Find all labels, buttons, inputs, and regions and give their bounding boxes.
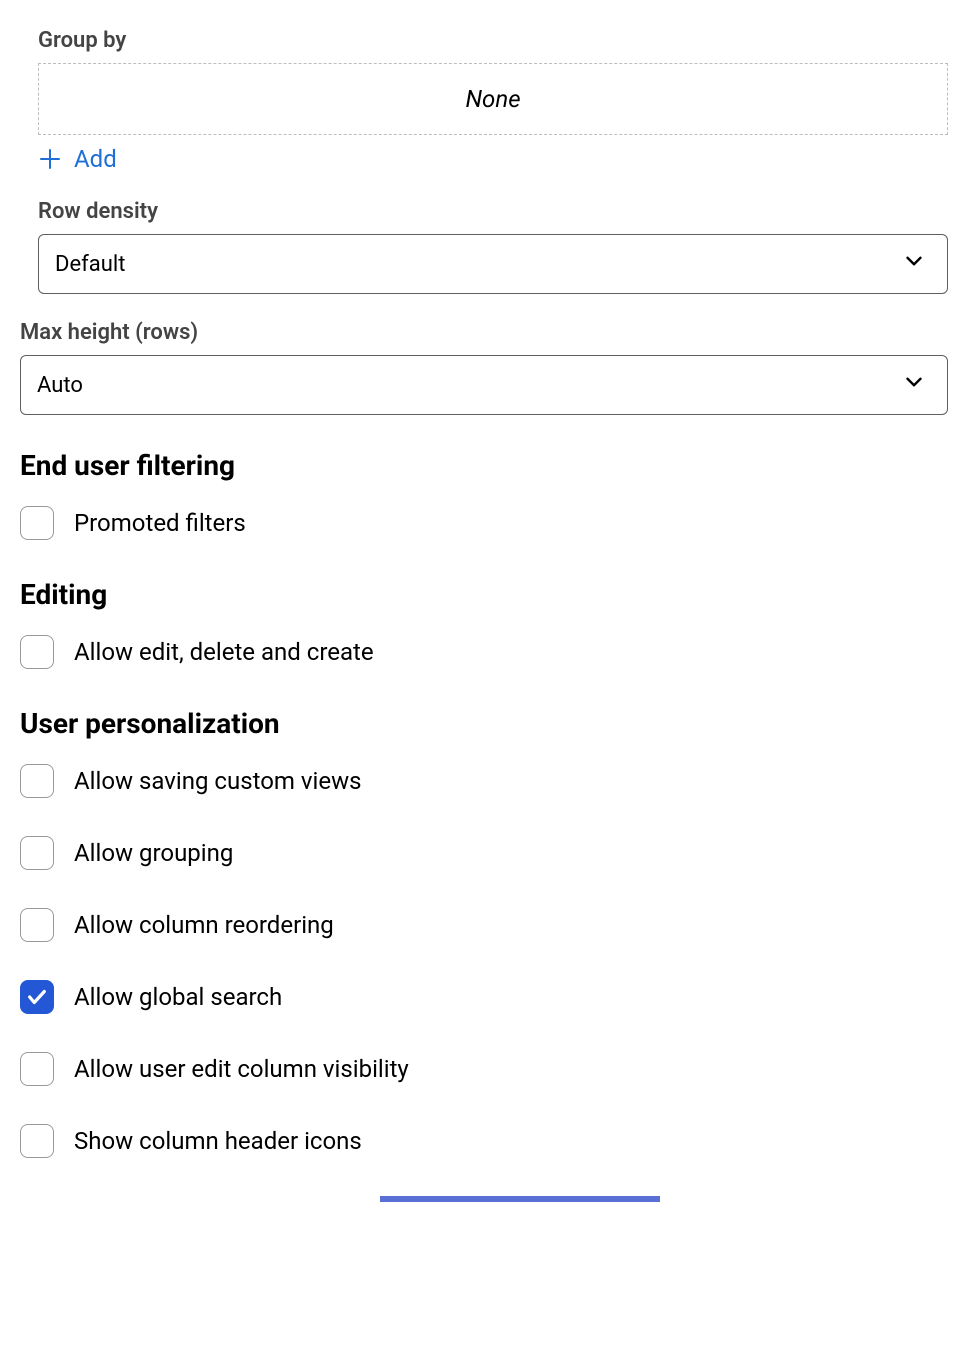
group-by-dropzone[interactable]: None: [38, 63, 948, 135]
personalization-label: Allow global search: [74, 983, 282, 1011]
personalization-checkbox[interactable]: [20, 908, 54, 942]
row-density-value: Default: [55, 252, 125, 277]
editing-heading: Editing: [20, 578, 948, 611]
user-personalization-list: Allow saving custom views Allow grouping A…: [20, 764, 948, 1158]
personalization-row[interactable]: Allow global search: [20, 980, 948, 1014]
personalization-checkbox[interactable]: [20, 1124, 54, 1158]
personalization-row[interactable]: Allow column reordering: [20, 908, 948, 942]
personalization-row[interactable]: Allow saving custom views: [20, 764, 948, 798]
personalization-checkbox[interactable]: [20, 980, 54, 1014]
allow-edit-row[interactable]: Allow edit, delete and create: [20, 635, 948, 669]
allow-edit-checkbox[interactable]: [20, 635, 54, 669]
add-group-button[interactable]: Add: [38, 145, 117, 173]
bottom-progress-bar: [20, 1196, 948, 1202]
row-density-label: Row density: [38, 199, 948, 224]
personalization-checkbox[interactable]: [20, 836, 54, 870]
max-height-label: Max height (rows): [20, 320, 948, 345]
personalization-row[interactable]: Show column header icons: [20, 1124, 948, 1158]
add-group-label: Add: [74, 145, 117, 173]
personalization-label: Allow grouping: [74, 839, 233, 867]
max-height-value: Auto: [37, 373, 83, 398]
personalization-label: Allow saving custom views: [74, 767, 362, 795]
user-personalization-heading: User personalization: [20, 707, 948, 740]
row-density-select[interactable]: Default: [38, 234, 948, 294]
group-by-label: Group by: [38, 28, 948, 53]
personalization-label: Allow column reordering: [74, 911, 334, 939]
promoted-filters-label: Promoted filters: [74, 509, 246, 537]
promoted-filters-row[interactable]: Promoted filters: [20, 506, 948, 540]
allow-edit-label: Allow edit, delete and create: [74, 638, 374, 666]
chevron-down-icon: [901, 369, 927, 401]
personalization-label: Show column header icons: [74, 1127, 362, 1155]
max-height-field: Max height (rows) Auto: [20, 320, 948, 415]
personalization-label: Allow user edit column visibility: [74, 1055, 409, 1083]
max-height-select[interactable]: Auto: [20, 355, 948, 415]
end-user-filtering-heading: End user filtering: [20, 449, 948, 482]
personalization-row[interactable]: Allow user edit column visibility: [20, 1052, 948, 1086]
personalization-checkbox[interactable]: [20, 764, 54, 798]
personalization-checkbox[interactable]: [20, 1052, 54, 1086]
promoted-filters-checkbox[interactable]: [20, 506, 54, 540]
group-by-dropzone-text: None: [465, 85, 520, 113]
plus-icon: [38, 147, 62, 171]
row-density-field: Row density Default: [38, 199, 948, 294]
chevron-down-icon: [901, 248, 927, 280]
personalization-row[interactable]: Allow grouping: [20, 836, 948, 870]
